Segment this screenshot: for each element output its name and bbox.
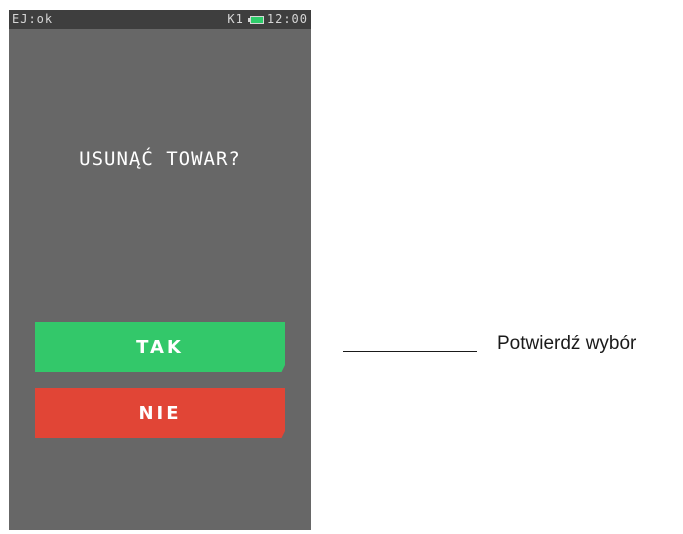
status-bar: EJ:ok K1 12:00 [9,10,311,29]
clock: 12:00 [266,12,308,26]
device-screen: EJ:ok K1 12:00 USUNĄĆ TOWAR? TAK NIE [9,10,311,530]
k1-indicator: K1 [227,12,244,26]
yes-button-label: TAK [136,336,184,358]
battery-icon [247,15,264,24]
dialog-question: USUNĄĆ TOWAR? [79,148,241,170]
yes-button[interactable]: TAK [35,322,285,372]
ej-status: EJ:ok [12,12,54,26]
no-button-label: NIE [138,402,182,424]
status-right-group: K1 12:00 [227,10,308,29]
battery-level [249,15,264,24]
callout-label: Potwierdź wybór [497,333,637,354]
no-button[interactable]: NIE [35,388,285,438]
callout-line [343,351,477,352]
